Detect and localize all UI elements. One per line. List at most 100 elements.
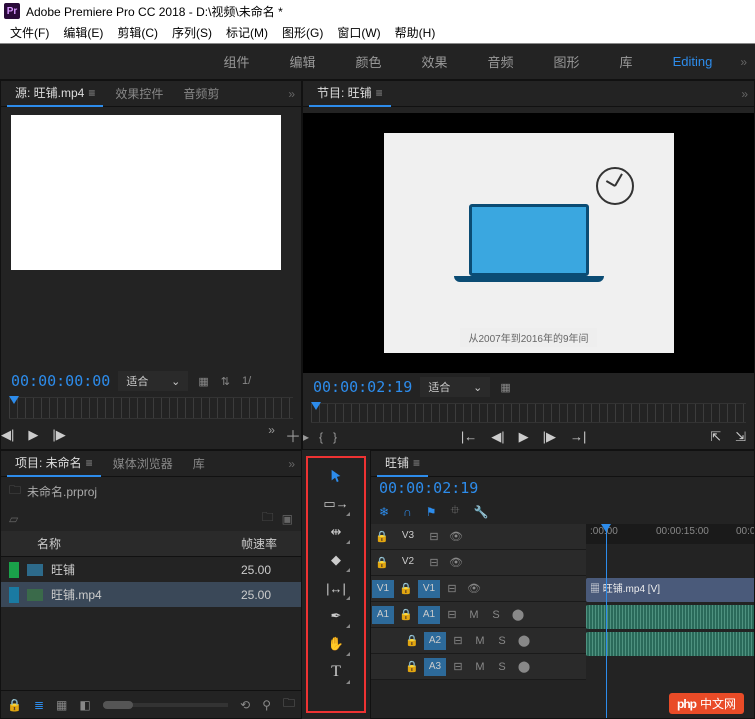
program-time-ruler[interactable]: [311, 403, 746, 423]
tab-menu-icon[interactable]: ≡: [86, 456, 93, 470]
workspace-tab-audio[interactable]: 音频: [468, 42, 534, 81]
solo-button[interactable]: S: [485, 609, 507, 621]
bin-icon[interactable]: 🗀: [262, 508, 274, 529]
record-icon[interactable]: ⬤: [507, 608, 529, 621]
project-item-clip[interactable]: 旺铺.mp4 25.00: [1, 582, 301, 607]
timeline-settings-button[interactable]: ⯐: [450, 501, 459, 522]
workspace-tab-libraries[interactable]: 库: [600, 42, 653, 81]
go-to-out-button[interactable]: →|: [570, 429, 586, 444]
panel-overflow-icon[interactable]: »: [288, 457, 295, 471]
tab-menu-icon[interactable]: ≡: [88, 86, 95, 100]
step-forward-button[interactable]: |▶: [543, 429, 556, 445]
source-patch-v1[interactable]: V1: [372, 580, 394, 598]
timeline-ruler[interactable]: :00:00 00:00:15:00 00:00:30:0: [586, 524, 754, 544]
menu-file[interactable]: 文件(F): [4, 22, 55, 43]
eye-icon[interactable]: 👁: [463, 582, 485, 595]
filter-input[interactable]: ▱: [9, 512, 68, 526]
add-marker-button[interactable]: ▸: [303, 430, 309, 444]
find-button[interactable]: ⚲: [262, 698, 271, 712]
extract-button[interactable]: ⇲: [735, 429, 746, 445]
source-timecode[interactable]: 00:00:00:00: [11, 372, 110, 390]
col-name[interactable]: 名称: [9, 535, 241, 552]
selection-tool[interactable]: [326, 466, 346, 486]
source-patch-a1[interactable]: A1: [372, 606, 394, 624]
step-forward-button[interactable]: |▶: [52, 427, 65, 443]
menu-marker[interactable]: 标记(M): [220, 22, 274, 43]
record-icon[interactable]: ⬤: [513, 660, 535, 673]
toggle-output-icon[interactable]: ⊟: [447, 634, 469, 647]
audio-clip-a1[interactable]: [586, 605, 754, 629]
overflow-icon[interactable]: »: [268, 423, 275, 447]
ripple-edit-tool[interactable]: ⇹: [326, 522, 346, 542]
mute-button[interactable]: M: [469, 661, 491, 673]
workspace-tab-assembly[interactable]: 组件: [203, 42, 269, 81]
toggle-output-icon[interactable]: ⊟: [423, 530, 445, 543]
tab-project[interactable]: 项目: 未命名≡: [7, 450, 101, 477]
menu-edit[interactable]: 编辑(E): [57, 22, 109, 43]
workspace-overflow-icon[interactable]: »: [732, 55, 755, 69]
tab-media-browser[interactable]: 媒体浏览器: [105, 451, 181, 476]
automate-button[interactable]: ⟲: [240, 698, 250, 712]
settings-icon[interactable]: ▦: [498, 381, 512, 394]
mark-out-button[interactable]: }: [333, 430, 337, 444]
tab-sequence[interactable]: 旺铺≡: [377, 450, 428, 477]
tab-menu-icon[interactable]: ≡: [413, 456, 420, 470]
workspace-tab-graphics[interactable]: 图形: [534, 42, 600, 81]
timeline-playhead[interactable]: [606, 524, 607, 718]
track-a2[interactable]: A2: [424, 632, 446, 650]
col-framerate[interactable]: 帧速率: [241, 535, 293, 552]
linked-selection-button[interactable]: ∩: [403, 505, 412, 519]
source-zoom-select[interactable]: 适合⌄: [118, 371, 188, 391]
program-timecode[interactable]: 00:00:02:19: [313, 378, 412, 396]
lock-icon[interactable]: 🔒: [7, 698, 22, 712]
workspace-tab-editing[interactable]: Editing: [653, 44, 733, 79]
menu-clip[interactable]: 剪辑(C): [111, 22, 164, 43]
wrench-icon[interactable]: 🔧: [473, 505, 488, 519]
audio-clip-a2[interactable]: [586, 632, 754, 656]
solo-button[interactable]: S: [491, 635, 513, 647]
timeline-content[interactable]: :00:00 00:00:15:00 00:00:30:0 ▦ 旺铺.mp4 […: [586, 524, 754, 718]
toggle-output-icon[interactable]: ⊟: [423, 556, 445, 569]
tab-effect-controls[interactable]: 效果控件: [107, 81, 171, 106]
lock-icon[interactable]: 🔒: [371, 530, 393, 543]
icon-view-button[interactable]: ▦: [56, 698, 67, 712]
program-playhead-icon[interactable]: [311, 402, 321, 410]
program-zoom-select[interactable]: 适合⌄: [420, 377, 490, 397]
go-to-in-button[interactable]: |←: [461, 429, 477, 444]
track-v3[interactable]: V3: [393, 527, 423, 547]
video-clip[interactable]: ▦ 旺铺.mp4 [V]: [586, 578, 754, 602]
eye-icon[interactable]: 👁: [445, 556, 467, 569]
menu-help[interactable]: 帮助(H): [389, 22, 442, 43]
tab-menu-icon[interactable]: ≡: [376, 86, 383, 100]
mute-button[interactable]: M: [463, 609, 485, 621]
menu-graphics[interactable]: 图形(G): [276, 22, 329, 43]
track-v1[interactable]: V1: [418, 580, 440, 598]
step-back-button[interactable]: ◀|: [491, 429, 504, 445]
source-monitor[interactable]: [11, 115, 281, 270]
menu-window[interactable]: 窗口(W): [331, 22, 386, 43]
play-button[interactable]: ▶: [519, 429, 529, 445]
settings-icon[interactable]: ▦: [196, 375, 210, 388]
step-back-button[interactable]: ◀|: [1, 427, 14, 443]
toggle-output-icon[interactable]: ⊟: [447, 660, 469, 673]
slip-tool[interactable]: |↔|: [326, 578, 346, 598]
freeform-view-button[interactable]: ◧: [79, 698, 90, 712]
track-a1[interactable]: A1: [418, 606, 440, 624]
snap-button[interactable]: ❄: [379, 505, 389, 519]
track-a3[interactable]: A3: [424, 658, 446, 676]
workspace-tab-effects[interactable]: 效果: [402, 42, 468, 81]
hand-tool[interactable]: ✋: [326, 634, 346, 654]
search-icon[interactable]: ▣: [282, 512, 293, 526]
mute-button[interactable]: M: [469, 635, 491, 647]
project-item-sequence[interactable]: 旺铺 25.00: [1, 557, 301, 582]
tab-program[interactable]: 节目: 旺铺≡: [309, 80, 391, 107]
program-monitor[interactable]: 从2007年到2016年的9年间: [303, 113, 754, 373]
lock-icon[interactable]: 🔒: [401, 634, 423, 647]
type-tool[interactable]: T: [326, 662, 346, 682]
lift-button[interactable]: ⇱: [710, 429, 721, 445]
add-button[interactable]: ＋: [285, 423, 301, 447]
new-bin-button[interactable]: 🗀: [283, 694, 295, 715]
eye-icon[interactable]: 👁: [445, 530, 467, 543]
marker-icon[interactable]: ⇅: [219, 375, 232, 388]
list-view-button[interactable]: ≣: [34, 698, 44, 712]
